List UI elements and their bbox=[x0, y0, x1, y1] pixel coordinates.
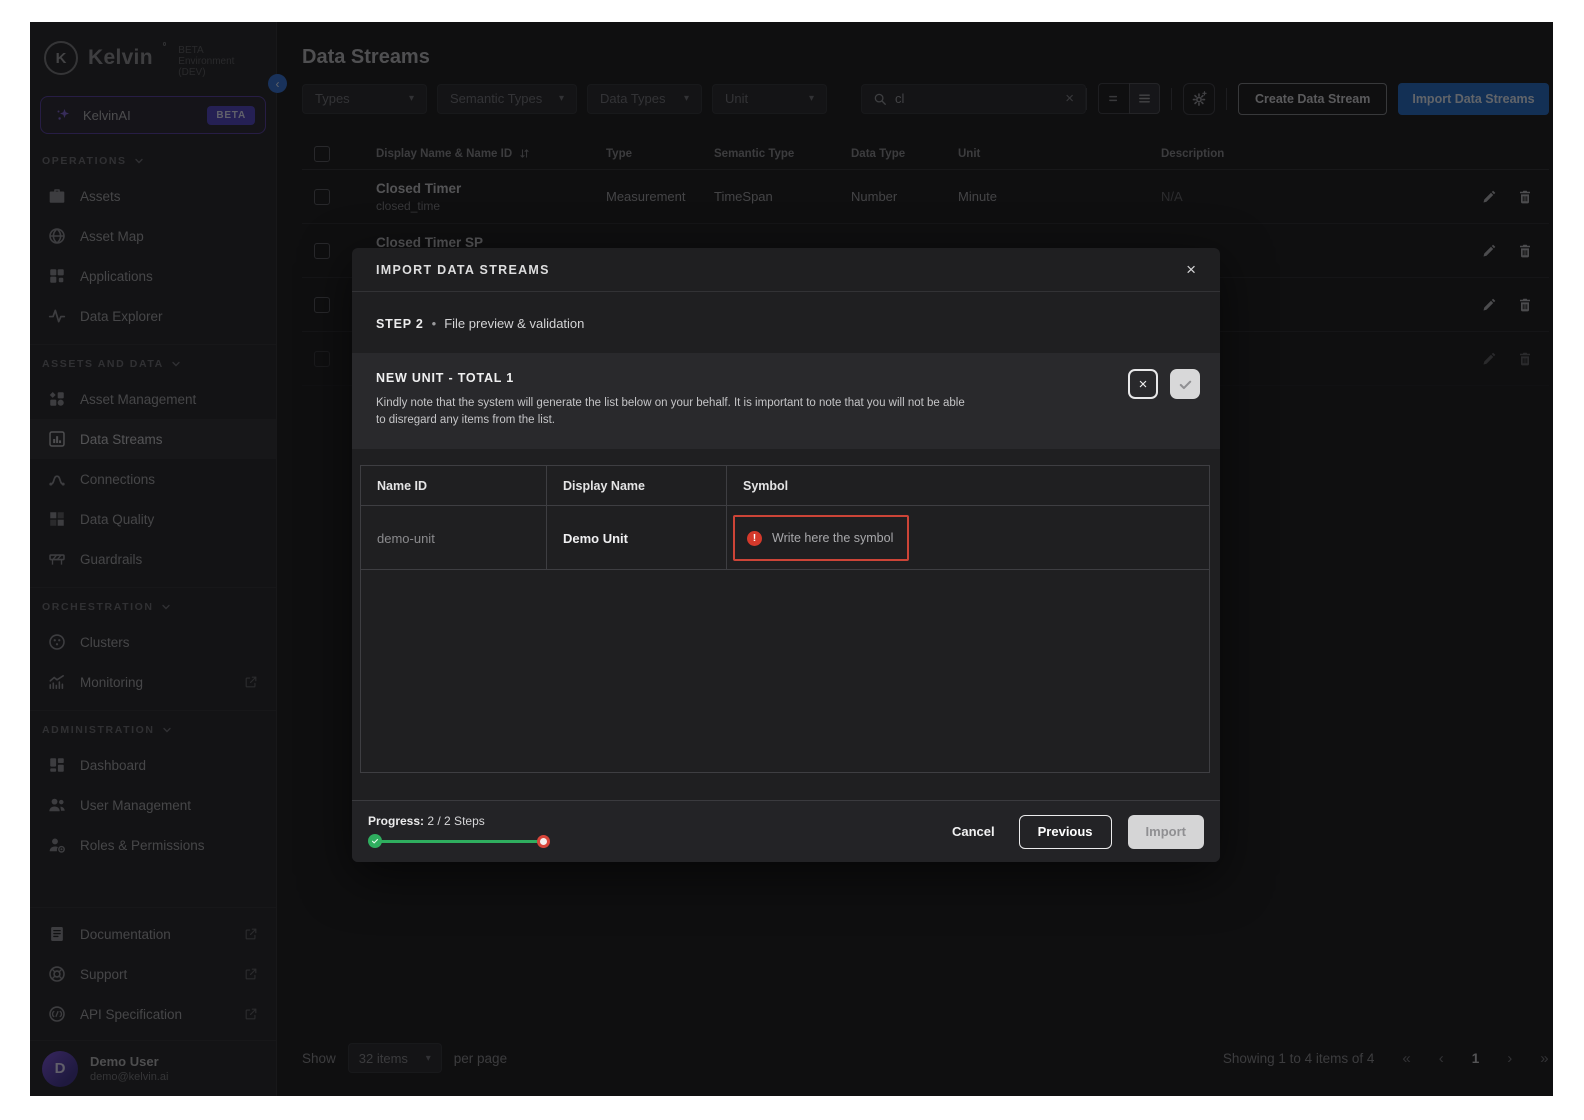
progress-value: 2 / 2 Steps bbox=[427, 814, 485, 828]
symbol-input[interactable]: ! Write here the symbol bbox=[733, 515, 909, 561]
accept-button[interactable] bbox=[1170, 369, 1200, 399]
previous-button[interactable]: Previous bbox=[1018, 814, 1112, 849]
step-label: STEP 2 bbox=[376, 316, 424, 331]
step-error-icon bbox=[537, 835, 550, 848]
step-text: File preview & validation bbox=[444, 316, 585, 331]
unit-preview-table: Name ID Display Name Symbol demo-unit Demo… bbox=[360, 465, 1210, 773]
new-unit-title: NEW UNIT - TOTAL 1 bbox=[376, 371, 515, 385]
new-unit-actions: × bbox=[1128, 369, 1200, 399]
modal-title: IMPORT DATA STREAMS bbox=[376, 262, 550, 277]
progress-bar bbox=[368, 834, 550, 849]
progress-line bbox=[375, 840, 543, 843]
step-complete-icon bbox=[368, 834, 382, 848]
check-icon bbox=[371, 837, 379, 845]
unit-table-header: Name ID Display Name Symbol bbox=[361, 466, 1209, 506]
modal-buttons: Cancel Previous Import bbox=[944, 814, 1204, 849]
close-icon[interactable]: × bbox=[1186, 261, 1196, 278]
progress-label-strong: Progress: bbox=[368, 814, 425, 828]
cancel-button[interactable]: Cancel bbox=[944, 824, 1003, 839]
unit-column-name-id: Name ID bbox=[361, 466, 547, 506]
symbol-placeholder: Write here the symbol bbox=[772, 531, 894, 545]
progress-block: Progress: 2 / 2 Steps bbox=[368, 814, 550, 849]
new-unit-panel: NEW UNIT - TOTAL 1 Kindly note that the … bbox=[352, 353, 1220, 449]
new-unit-note: Kindly note that the system will generat… bbox=[376, 397, 965, 426]
step-indicator: STEP 2 • File preview & validation bbox=[376, 316, 1196, 331]
reject-button[interactable]: × bbox=[1128, 369, 1158, 399]
unit-table-row: demo-unit Demo Unit ! Write here the sym… bbox=[361, 506, 1209, 570]
progress-label: Progress: 2 / 2 Steps bbox=[368, 814, 550, 828]
unit-display-name: Demo Unit bbox=[547, 506, 727, 570]
check-icon bbox=[1178, 377, 1193, 392]
app-window: K Kelvin BETA Environment (DEV) KelvinAI… bbox=[30, 22, 1553, 1096]
unit-column-display-name: Display Name bbox=[547, 466, 727, 506]
error-icon: ! bbox=[747, 530, 762, 546]
unit-symbol-cell: ! Write here the symbol bbox=[727, 506, 1209, 570]
unit-name-id: demo-unit bbox=[361, 506, 547, 570]
import-modal: IMPORT DATA STREAMS × STEP 2 • File prev… bbox=[352, 248, 1220, 862]
modal-header: IMPORT DATA STREAMS × bbox=[352, 248, 1220, 292]
modal-footer: Progress: 2 / 2 Steps Cancel Previous Im… bbox=[352, 800, 1220, 862]
unit-column-symbol: Symbol bbox=[743, 479, 789, 493]
import-button[interactable]: Import bbox=[1127, 814, 1204, 849]
bullet-icon: • bbox=[431, 316, 437, 331]
